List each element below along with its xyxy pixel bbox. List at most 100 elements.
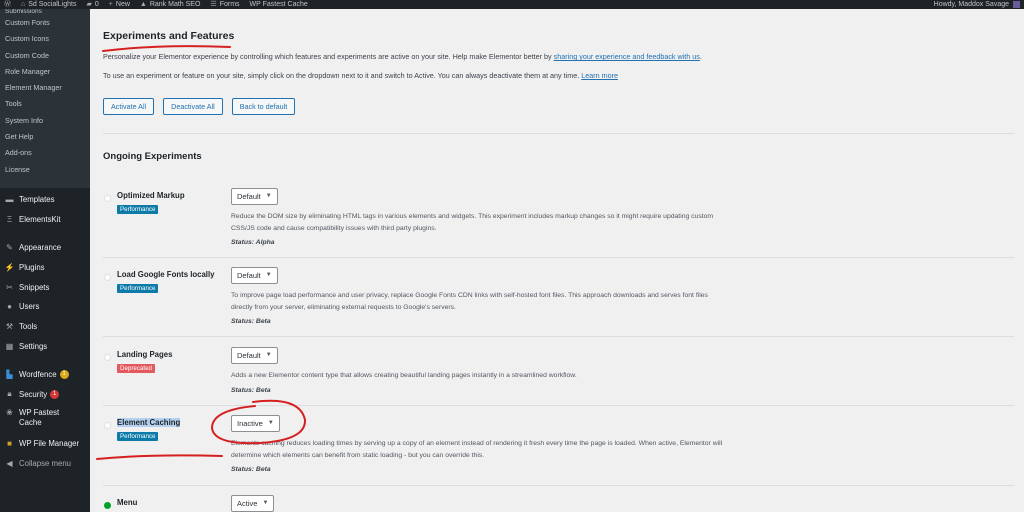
page-title: Experiments and Features bbox=[103, 30, 235, 42]
scissors-icon: ✂ bbox=[6, 282, 13, 292]
experiment-name: Optimized Markup bbox=[117, 191, 185, 200]
elementor-submenu: Submissions Custom Fonts Custom Icons Cu… bbox=[0, 9, 90, 178]
wordfence-icon: ▙ bbox=[6, 369, 13, 379]
experiment-status: Status: Beta bbox=[231, 387, 271, 394]
experiment-name: Menu bbox=[117, 498, 138, 507]
divider bbox=[103, 133, 1014, 134]
collapse-menu-button[interactable]: ◀ Collapse menu bbox=[0, 454, 90, 474]
folder-file-icon: ■ bbox=[7, 439, 12, 449]
divider bbox=[103, 485, 1014, 486]
avatar bbox=[1013, 1, 1020, 8]
sidebar-subitem-custom-fonts[interactable]: Custom Fonts bbox=[0, 15, 90, 31]
section-title: Ongoing Experiments bbox=[103, 151, 202, 162]
admin-bar: Ⓦ ⌂ Sd SocialLights ▰ 0 + New ▲ Rank Math SE… bbox=[0, 0, 1024, 9]
experiment-tag: Performance bbox=[117, 432, 159, 441]
elementskit-icon: Ξ bbox=[6, 215, 13, 225]
feedback-link[interactable]: sharing your experience and feedback wit… bbox=[554, 52, 700, 61]
plus-icon: + bbox=[108, 1, 113, 8]
comments-link[interactable]: ▰ 0 bbox=[87, 0, 99, 9]
wrench-icon: ⚒ bbox=[5, 322, 14, 332]
chevron-down-icon: ▼ bbox=[265, 193, 272, 199]
deactivate-all-button[interactable]: Deactivate All bbox=[163, 98, 223, 115]
status-indicator bbox=[104, 354, 111, 361]
settings-icon: ▦ bbox=[5, 341, 14, 351]
intro-text: Personalize your Elementor experience by… bbox=[103, 52, 702, 61]
status-indicator bbox=[104, 274, 111, 281]
main-content: Experiments and Features Personalize you… bbox=[90, 9, 1024, 512]
sidebar-item-snippets[interactable]: ✂ Snippets bbox=[0, 277, 90, 297]
user-icon: ● bbox=[7, 302, 12, 312]
sidebar-item-wp-file-manager[interactable]: ■ WP File Manager bbox=[0, 434, 90, 454]
new-content-link[interactable]: + New bbox=[109, 0, 130, 9]
sidebar-item-wordfence[interactable]: ▙ Wordfence 1 bbox=[0, 364, 90, 384]
cheetah-icon: ❀ bbox=[6, 407, 13, 417]
experiment-name: Landing Pages bbox=[117, 350, 173, 359]
greeting: Howdy, Maddox Savage bbox=[933, 1, 1009, 8]
experiment-description: To improve page load performance and use… bbox=[231, 292, 708, 311]
divider bbox=[103, 336, 1014, 337]
learn-more-link[interactable]: Learn more bbox=[581, 71, 618, 80]
sidebar-item-templates[interactable]: ▬ Templates bbox=[0, 190, 90, 210]
sidebar-subitem-custom-icons[interactable]: Custom Icons bbox=[0, 31, 90, 47]
experiment-state-select[interactable]: Default ▼ bbox=[231, 267, 278, 284]
sidebar-subitem-license[interactable]: License bbox=[0, 162, 90, 178]
forms-link[interactable]: ☰ Forms bbox=[210, 0, 239, 9]
status-indicator bbox=[104, 195, 111, 202]
wordfence-count-badge: 1 bbox=[59, 369, 69, 379]
sidebar-item-appearance[interactable]: ✎ Appearance bbox=[0, 238, 90, 258]
sidebar-item-plugins[interactable]: ⚡ Plugins bbox=[0, 257, 90, 277]
folder-icon: ▬ bbox=[5, 195, 14, 205]
experiment-tag: Performance bbox=[117, 284, 159, 293]
sidebar-subitem-role-manager[interactable]: Role Manager bbox=[0, 64, 90, 80]
chevron-down-icon: ▼ bbox=[265, 352, 272, 358]
rank-math-icon: ▲ bbox=[139, 1, 147, 8]
instructions-text: To use an experiment or feature on your … bbox=[103, 71, 618, 80]
sidebar-subitem-add-ons[interactable]: Add-ons bbox=[0, 145, 90, 161]
experiment-description: Adds a new Elementor content type that a… bbox=[231, 372, 577, 379]
sidebar-subitem-get-help[interactable]: Get Help bbox=[0, 129, 90, 145]
experiment-name: Load Google Fonts locally bbox=[117, 270, 215, 279]
sidebar-item-security[interactable]: 🔒︎ Security 1 bbox=[0, 384, 90, 404]
sidebar-subitem-custom-code[interactable]: Custom Code bbox=[0, 48, 90, 64]
experiment-name: Element Caching bbox=[117, 418, 181, 427]
sidebar-item-users[interactable]: ● Users bbox=[0, 297, 90, 317]
sidebar-subitem-tools[interactable]: Tools bbox=[0, 96, 90, 112]
experiment-state-select[interactable]: Default ▼ bbox=[231, 188, 278, 205]
account-menu[interactable]: Howdy, Maddox Savage bbox=[934, 0, 1024, 9]
chevron-down-icon: ▼ bbox=[267, 420, 274, 426]
home-icon: ⌂ bbox=[21, 1, 26, 8]
sidebar-subitem-system-info[interactable]: System Info bbox=[0, 113, 90, 129]
sidebar-subitem-element-manager[interactable]: Element Manager bbox=[0, 80, 90, 96]
security-count-badge: 1 bbox=[50, 389, 60, 399]
sidebar-item-elementskit[interactable]: Ξ ElementsKit bbox=[0, 210, 90, 230]
experiment-status: Status: Beta bbox=[231, 466, 271, 473]
chevron-down-icon: ▼ bbox=[265, 272, 272, 278]
experiment-state-select[interactable]: Default ▼ bbox=[231, 347, 278, 364]
site-name-link[interactable]: ⌂ Sd SocialLights bbox=[21, 0, 77, 9]
back-to-default-button[interactable]: Back to default bbox=[231, 98, 296, 115]
experiment-tag: Performance bbox=[117, 205, 159, 214]
experiment-description: Reduce the DOM size by eliminating HTML … bbox=[231, 213, 714, 232]
sidebar-item-tools[interactable]: ⚒ Tools bbox=[0, 317, 90, 337]
experiment-tag: Deprecated bbox=[117, 364, 155, 373]
lock-icon: 🔒︎ bbox=[7, 389, 12, 399]
experiment-description: Elements caching reduces loading times b… bbox=[231, 440, 723, 459]
divider bbox=[103, 257, 1014, 258]
bulk-actions: Activate All Deactivate All Back to defa… bbox=[103, 98, 296, 115]
wordpress-logo-icon[interactable]: Ⓦ bbox=[4, 0, 11, 9]
experiment-state-select[interactable]: Inactive ▼ bbox=[231, 415, 280, 432]
admin-sidebar: Submissions Custom Fonts Custom Icons Cu… bbox=[0, 9, 90, 512]
collapse-icon: ◀ bbox=[6, 459, 13, 469]
sidebar-item-wp-fastest-cache[interactable]: ❀ WP Fastest Cache bbox=[0, 404, 90, 434]
paintbrush-icon: ✎ bbox=[6, 242, 13, 252]
forms-icon: ☰ bbox=[210, 1, 217, 8]
rank-math-link[interactable]: ▲ Rank Math SEO bbox=[140, 0, 201, 9]
wp-fastest-cache-link[interactable]: WP Fastest Cache bbox=[250, 0, 308, 9]
experiment-state-select[interactable]: Active ▼ bbox=[231, 495, 275, 512]
experiment-status: Status: Beta bbox=[231, 318, 271, 325]
status-indicator bbox=[104, 502, 111, 509]
comment-icon: ▰ bbox=[86, 1, 92, 8]
activate-all-button[interactable]: Activate All bbox=[103, 98, 155, 115]
sidebar-item-settings[interactable]: ▦ Settings bbox=[0, 337, 90, 357]
plugin-icon: ⚡ bbox=[4, 262, 15, 272]
